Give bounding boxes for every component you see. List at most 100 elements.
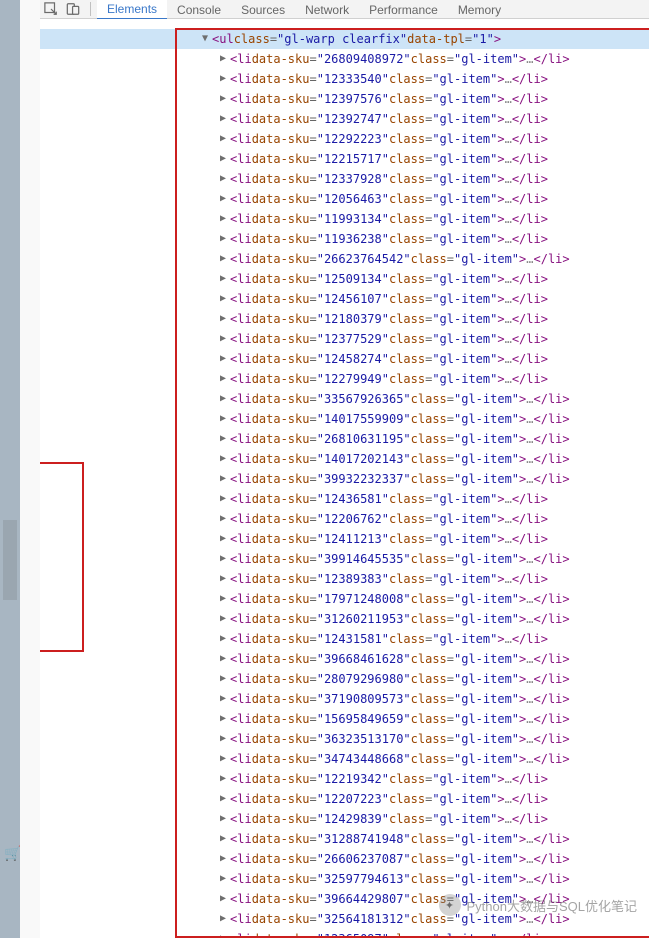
dom-node-li[interactable]: <li data-sku="12206762" class="gl-item">… (40, 509, 649, 529)
dom-node-li[interactable]: <li data-sku="12509134" class="gl-item">… (40, 269, 649, 289)
dom-node-li[interactable]: <li data-sku="17971248008" class="gl-ite… (40, 589, 649, 609)
expand-toggle-icon[interactable] (218, 214, 228, 224)
dom-node-li[interactable]: <li data-sku="12337928" class="gl-item">… (40, 169, 649, 189)
expand-toggle-icon[interactable] (218, 654, 228, 664)
expand-toggle-icon[interactable] (218, 114, 228, 124)
expand-toggle-icon[interactable] (218, 274, 228, 284)
expand-toggle-icon[interactable] (218, 914, 228, 924)
dom-node-li[interactable]: <li data-sku="36323513170" class="gl-ite… (40, 729, 649, 749)
expand-toggle-icon[interactable] (218, 714, 228, 724)
expand-toggle-icon[interactable] (218, 194, 228, 204)
expand-toggle-icon[interactable] (218, 174, 228, 184)
dom-node-li[interactable]: <li data-sku="26623764542" class="gl-ite… (40, 249, 649, 269)
expand-toggle-icon[interactable] (218, 534, 228, 544)
dom-node-li[interactable]: <li data-sku="12215717" class="gl-item">… (40, 149, 649, 169)
dom-node-li[interactable]: <li data-sku="12389383" class="gl-item">… (40, 569, 649, 589)
expand-toggle-icon[interactable] (218, 354, 228, 364)
expand-toggle-icon[interactable] (218, 514, 228, 524)
dom-node-li[interactable]: <li data-sku="11936238" class="gl-item">… (40, 229, 649, 249)
dom-node-li[interactable]: <li data-sku="12056463" class="gl-item">… (40, 189, 649, 209)
dom-node-li[interactable]: <li data-sku="26810631195" class="gl-ite… (40, 429, 649, 449)
dom-node-li[interactable]: <li data-sku="34743448668" class="gl-ite… (40, 749, 649, 769)
dom-node-li[interactable]: <li data-sku="15695849659" class="gl-ite… (40, 709, 649, 729)
expand-toggle-icon[interactable] (218, 334, 228, 344)
expand-toggle-icon[interactable] (218, 634, 228, 644)
dom-node-li[interactable]: <li data-sku="12207223" class="gl-item">… (40, 789, 649, 809)
expand-toggle-icon[interactable] (218, 494, 228, 504)
dom-node-li[interactable]: <li data-sku="12397576" class="gl-item">… (40, 89, 649, 109)
dom-node-li[interactable]: <li data-sku="14017559909" class="gl-ite… (40, 409, 649, 429)
dom-node-li[interactable]: <li data-sku="12458274" class="gl-item">… (40, 349, 649, 369)
expand-toggle-icon[interactable] (218, 134, 228, 144)
dom-node-li[interactable]: <li data-sku="37190809573" class="gl-ite… (40, 689, 649, 709)
dom-node-li[interactable]: <li data-sku="26809408972" class="gl-ite… (40, 49, 649, 69)
expand-toggle-icon[interactable] (218, 854, 228, 864)
dom-node-li[interactable]: <li data-sku="32597794613" class="gl-ite… (40, 869, 649, 889)
dom-node-li[interactable]: <li data-sku="12429839" class="gl-item">… (40, 809, 649, 829)
dom-node-li[interactable]: <li data-sku="12431581" class="gl-item">… (40, 629, 649, 649)
expand-toggle-icon[interactable] (218, 454, 228, 464)
dom-tree[interactable]: <ul class="gl-warp clearfix" data-tpl="1… (40, 19, 649, 938)
expand-toggle-icon[interactable] (218, 814, 228, 824)
expand-toggle-icon[interactable] (218, 754, 228, 764)
dom-node-li[interactable]: <li data-sku="12377529" class="gl-item">… (40, 329, 649, 349)
expand-toggle-icon[interactable] (218, 154, 228, 164)
dom-node-li[interactable]: <li data-sku="12219342" class="gl-item">… (40, 769, 649, 789)
tab-console[interactable]: Console (167, 0, 231, 19)
expand-toggle-icon[interactable] (218, 894, 228, 904)
dom-node-li[interactable]: <li data-sku="12279949" class="gl-item">… (40, 369, 649, 389)
dom-node-li[interactable]: <li data-sku="12365097" class="gl-item">… (40, 929, 649, 938)
device-toggle-icon[interactable] (62, 0, 84, 19)
expand-toggle-icon[interactable] (218, 234, 228, 244)
dom-node-li[interactable]: <li data-sku="11993134" class="gl-item">… (40, 209, 649, 229)
expand-toggle-icon[interactable] (218, 874, 228, 884)
expand-toggle-icon[interactable] (218, 474, 228, 484)
expand-toggle-icon[interactable] (218, 674, 228, 684)
tab-sources[interactable]: Sources (231, 0, 295, 19)
dom-node-li[interactable]: <li data-sku="12436581" class="gl-item">… (40, 489, 649, 509)
dom-node-li[interactable]: <li data-sku="12456107" class="gl-item">… (40, 289, 649, 309)
dom-node-li[interactable]: <li data-sku="12411213" class="gl-item">… (40, 529, 649, 549)
dom-node-ul[interactable]: <ul class="gl-warp clearfix" data-tpl="1… (40, 29, 649, 49)
dom-node-li[interactable]: <li data-sku="31288741948" class="gl-ite… (40, 829, 649, 849)
expand-toggle-icon[interactable] (218, 694, 228, 704)
expand-toggle-icon[interactable] (218, 254, 228, 264)
tab-elements[interactable]: Elements (97, 0, 167, 20)
dom-node-li[interactable]: <li data-sku="28079296980" class="gl-ite… (40, 669, 649, 689)
dom-node-li[interactable]: <li data-sku="39932232337" class="gl-ite… (40, 469, 649, 489)
dom-node-li[interactable]: <li data-sku="33567926365" class="gl-ite… (40, 389, 649, 409)
dom-node-li[interactable]: <li data-sku="12333540" class="gl-item">… (40, 69, 649, 89)
expand-toggle-icon[interactable] (218, 374, 228, 384)
expand-toggle-icon[interactable] (218, 314, 228, 324)
expand-toggle-icon[interactable] (218, 614, 228, 624)
expand-toggle-icon[interactable] (218, 54, 228, 64)
expand-toggle-icon[interactable] (200, 34, 210, 44)
dom-node-li[interactable]: <li data-sku="32564181312" class="gl-ite… (40, 909, 649, 929)
dom-node-li[interactable]: <li data-sku="14017202143" class="gl-ite… (40, 449, 649, 469)
dom-node-li[interactable]: <li data-sku="31260211953" class="gl-ite… (40, 609, 649, 629)
tab-memory[interactable]: Memory (448, 0, 511, 19)
dom-node-li[interactable]: <li data-sku="39664429807" class="gl-ite… (40, 889, 649, 909)
expand-toggle-icon[interactable] (218, 574, 228, 584)
tab-performance[interactable]: Performance (359, 0, 448, 19)
expand-toggle-icon[interactable] (218, 394, 228, 404)
dom-node-li[interactable]: <li data-sku="39668461628" class="gl-ite… (40, 649, 649, 669)
expand-toggle-icon[interactable] (218, 794, 228, 804)
dom-node-li[interactable]: <li data-sku="12392747" class="gl-item">… (40, 109, 649, 129)
inspect-icon[interactable] (40, 0, 62, 19)
tab-network[interactable]: Network (295, 0, 359, 19)
expand-toggle-icon[interactable] (218, 554, 228, 564)
dom-node-li[interactable]: <li data-sku="26606237087" class="gl-ite… (40, 849, 649, 869)
expand-toggle-icon[interactable] (218, 434, 228, 444)
dom-node-li[interactable]: <li data-sku="39914645535" class="gl-ite… (40, 549, 649, 569)
expand-toggle-icon[interactable] (218, 94, 228, 104)
expand-toggle-icon[interactable] (218, 594, 228, 604)
expand-toggle-icon[interactable] (218, 74, 228, 84)
dom-node-li[interactable]: <li data-sku="12292223" class="gl-item">… (40, 129, 649, 149)
expand-toggle-icon[interactable] (218, 834, 228, 844)
expand-toggle-icon[interactable] (218, 414, 228, 424)
expand-toggle-icon[interactable] (218, 294, 228, 304)
expand-toggle-icon[interactable] (218, 734, 228, 744)
dom-node-li[interactable]: <li data-sku="12180379" class="gl-item">… (40, 309, 649, 329)
expand-toggle-icon[interactable] (218, 934, 228, 938)
